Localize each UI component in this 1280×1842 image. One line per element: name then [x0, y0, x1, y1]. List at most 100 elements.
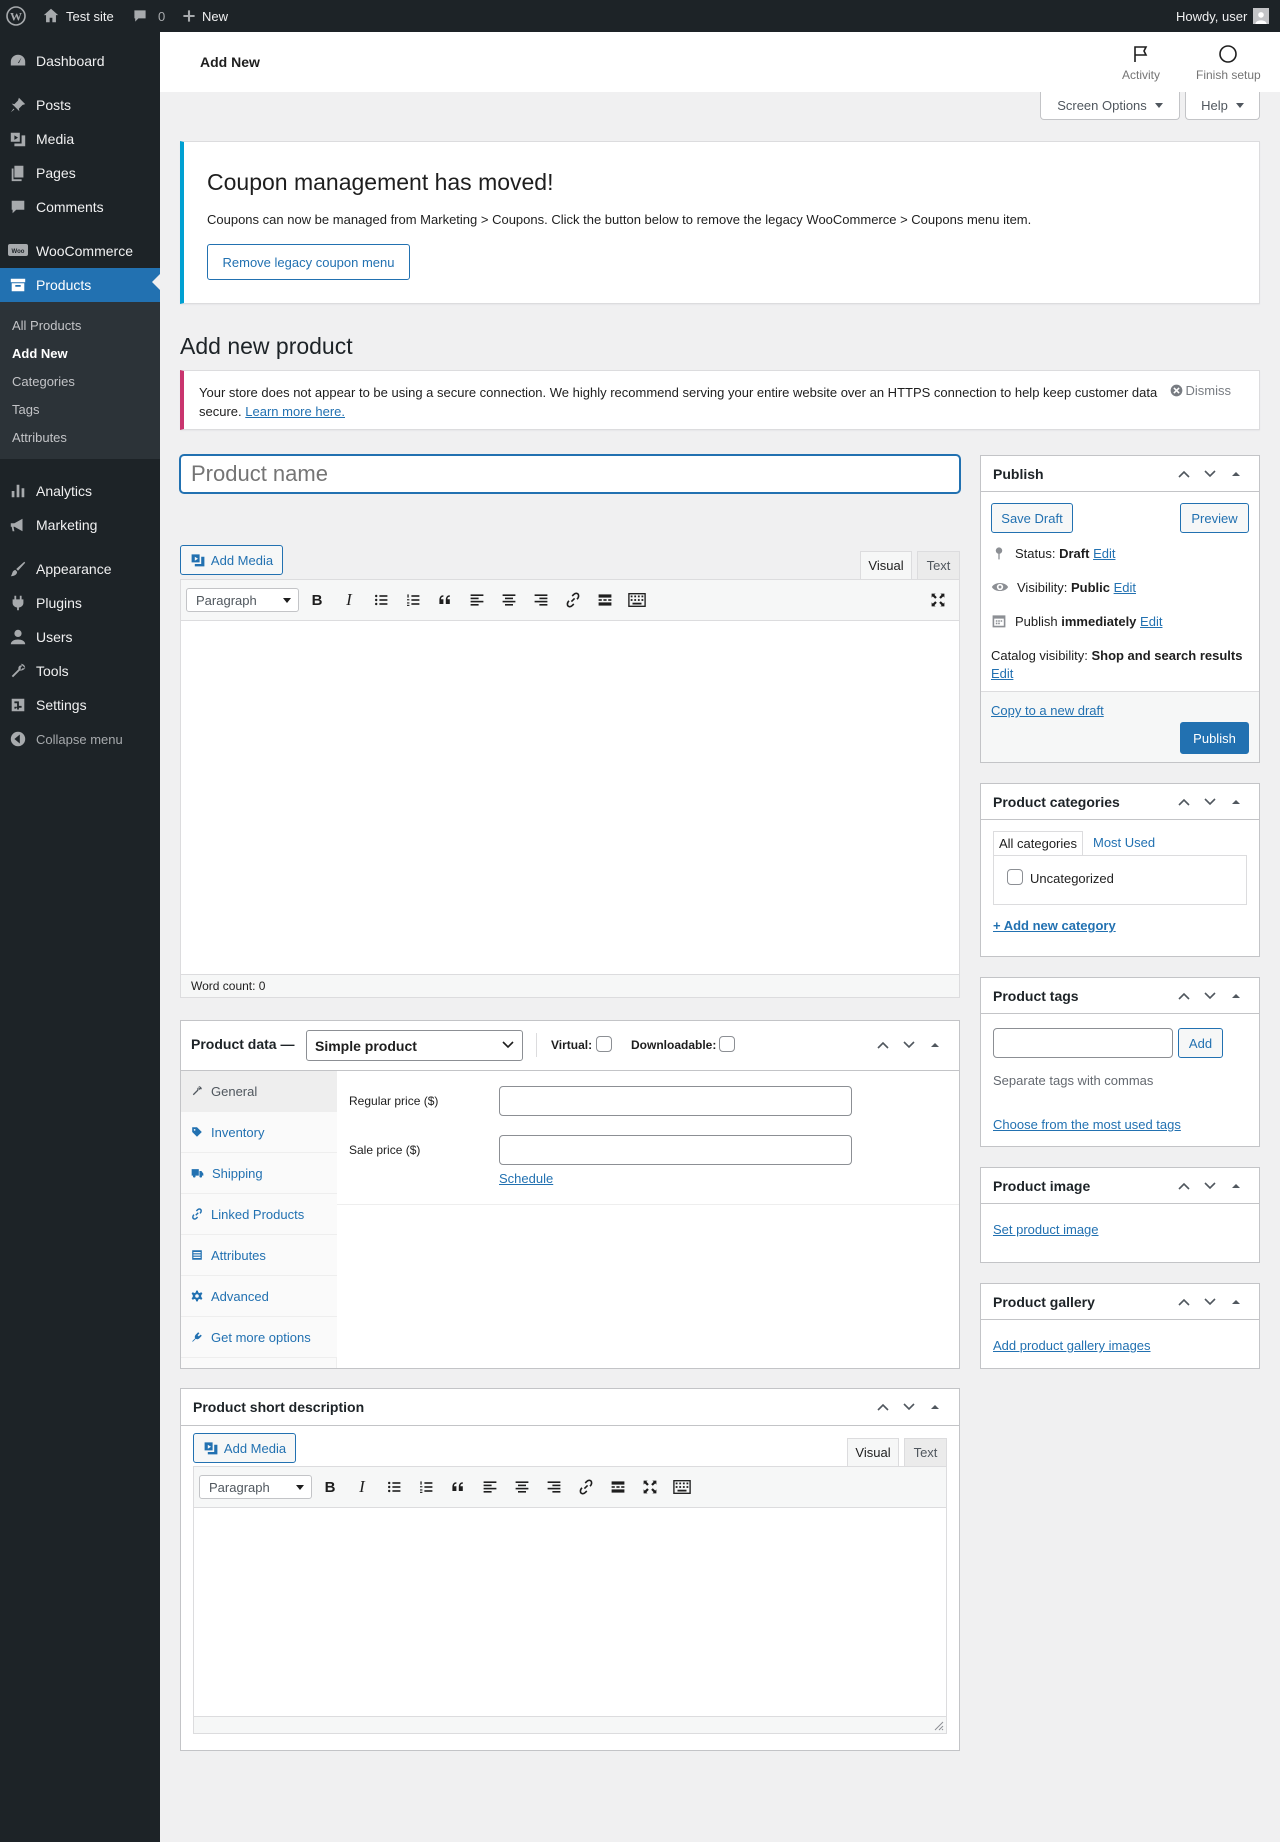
choose-most-used-tags-link[interactable]: Choose from the most used tags — [993, 1117, 1181, 1132]
my-account-link[interactable]: Howdy, user — [1176, 0, 1270, 32]
product-type-select[interactable]: Simple product — [306, 1030, 523, 1061]
regular-price-input[interactable] — [499, 1086, 852, 1116]
site-name-link[interactable]: Test site — [42, 0, 114, 32]
tab-attributes[interactable]: Attributes — [181, 1235, 337, 1276]
short-description-editor-area[interactable] — [193, 1507, 947, 1717]
add-tag-button[interactable]: Add — [1178, 1028, 1223, 1058]
submenu-all-products[interactable]: All Products — [12, 318, 81, 333]
format-select[interactable]: Paragraph — [186, 588, 299, 612]
finish-setup-button[interactable]: Finish setup — [1196, 44, 1261, 82]
collapse-arrow-icon[interactable] — [1228, 1178, 1244, 1194]
sale-price-input[interactable] — [499, 1135, 852, 1165]
activity-button[interactable]: Activity — [1122, 44, 1160, 82]
format-select[interactable]: Paragraph — [199, 1475, 312, 1499]
chevron-down-icon[interactable] — [1202, 794, 1218, 810]
chevron-down-icon[interactable] — [901, 1037, 917, 1053]
chevron-down-icon[interactable] — [1202, 1178, 1218, 1194]
tab-text[interactable]: Text — [904, 1438, 947, 1466]
save-draft-button[interactable]: Save Draft — [991, 503, 1073, 533]
sidebar-item-analytics[interactable]: Analytics — [0, 474, 160, 508]
tab-visual[interactable]: Visual — [860, 551, 912, 579]
chevron-up-icon[interactable] — [1176, 794, 1192, 810]
sidebar-item-pages[interactable]: Pages — [0, 156, 160, 190]
copy-to-draft-link[interactable]: Copy to a new draft — [991, 703, 1104, 718]
comments-link[interactable]: 0 — [132, 0, 165, 32]
chevron-down-icon[interactable] — [1202, 466, 1218, 482]
submenu-add-new[interactable]: Add New — [12, 346, 68, 361]
toolbar-toggle-icon[interactable] — [669, 1474, 695, 1500]
collapse-arrow-icon[interactable] — [927, 1399, 943, 1415]
preview-button[interactable]: Preview — [1180, 503, 1249, 533]
learn-more-link[interactable]: Learn more here. — [245, 404, 345, 419]
align-left-icon[interactable] — [477, 1474, 503, 1500]
chevron-down-icon[interactable] — [1202, 988, 1218, 1004]
sidebar-item-comments[interactable]: Comments — [0, 190, 160, 224]
link-icon[interactable] — [573, 1474, 599, 1500]
align-right-icon[interactable] — [541, 1474, 567, 1500]
tab-inventory[interactable]: Inventory — [181, 1112, 337, 1153]
chevron-up-icon[interactable] — [1176, 466, 1192, 482]
submenu-attributes[interactable]: Attributes — [12, 430, 67, 445]
add-gallery-images-link[interactable]: Add product gallery images — [993, 1338, 1151, 1353]
add-media-button[interactable]: Add Media — [180, 545, 283, 575]
sidebar-item-tools[interactable]: Tools — [0, 654, 160, 688]
collapse-arrow-icon[interactable] — [1228, 794, 1244, 810]
sidebar-item-appearance[interactable]: Appearance — [0, 552, 160, 586]
editor-content-area[interactable] — [180, 620, 960, 975]
sidebar-item-woocommerce[interactable]: Woo WooCommerce — [0, 234, 160, 268]
edit-status-link[interactable]: Edit — [1093, 546, 1115, 561]
chevron-down-icon[interactable] — [1202, 1294, 1218, 1310]
sidebar-item-users[interactable]: Users — [0, 620, 160, 654]
align-right-icon[interactable] — [528, 587, 554, 613]
add-media-button[interactable]: Add Media — [193, 1433, 296, 1463]
sidebar-item-settings[interactable]: Settings — [0, 688, 160, 722]
tab-shipping[interactable]: Shipping — [181, 1153, 337, 1194]
collapse-arrow-icon[interactable] — [927, 1037, 943, 1053]
chevron-up-icon[interactable] — [875, 1399, 891, 1415]
chevron-down-icon[interactable] — [901, 1399, 917, 1415]
set-product-image-link[interactable]: Set product image — [993, 1222, 1099, 1237]
chevron-up-icon[interactable] — [1176, 1178, 1192, 1194]
tab-advanced[interactable]: Advanced — [181, 1276, 337, 1317]
wordpress-logo-icon[interactable]: W — [6, 0, 26, 32]
downloadable-checkbox[interactable] — [719, 1036, 735, 1052]
screen-options-button[interactable]: Screen Options — [1040, 92, 1180, 120]
uncategorized-checkbox[interactable] — [1007, 869, 1023, 885]
collapse-menu-button[interactable]: Collapse menu — [0, 722, 160, 756]
sidebar-item-dashboard[interactable]: Dashboard — [0, 44, 160, 78]
sidebar-item-media[interactable]: Media — [0, 122, 160, 156]
bold-icon[interactable]: B — [304, 587, 330, 613]
submenu-tags[interactable]: Tags — [12, 402, 39, 417]
align-center-icon[interactable] — [509, 1474, 535, 1500]
align-center-icon[interactable] — [496, 587, 522, 613]
edit-catalog-visibility-link[interactable]: Edit — [991, 666, 1013, 681]
italic-icon[interactable]: I — [336, 587, 362, 613]
schedule-link[interactable]: Schedule — [499, 1171, 553, 1186]
sidebar-item-marketing[interactable]: Marketing — [0, 508, 160, 542]
fullscreen-icon[interactable] — [637, 1474, 663, 1500]
numbered-list-icon[interactable] — [413, 1474, 439, 1500]
collapse-arrow-icon[interactable] — [1228, 988, 1244, 1004]
tab-visual[interactable]: Visual — [847, 1438, 899, 1466]
bullet-list-icon[interactable] — [381, 1474, 407, 1500]
blockquote-icon[interactable] — [445, 1474, 471, 1500]
tab-general[interactable]: General — [181, 1071, 337, 1112]
tab-linked-products[interactable]: Linked Products — [181, 1194, 337, 1235]
tab-all-categories[interactable]: All categories — [993, 831, 1083, 855]
chevron-up-icon[interactable] — [1176, 988, 1192, 1004]
sidebar-item-posts[interactable]: Posts — [0, 88, 160, 122]
virtual-checkbox[interactable] — [596, 1036, 612, 1052]
new-content-link[interactable]: New — [182, 0, 228, 32]
submenu-categories[interactable]: Categories — [12, 374, 75, 389]
read-more-icon[interactable] — [605, 1474, 631, 1500]
tab-text[interactable]: Text — [917, 551, 960, 579]
bold-icon[interactable]: B — [317, 1474, 343, 1500]
fullscreen-icon[interactable] — [925, 587, 951, 613]
tab-get-more-options[interactable]: Get more options — [181, 1317, 337, 1358]
align-left-icon[interactable] — [464, 587, 490, 613]
numbered-list-icon[interactable] — [400, 587, 426, 613]
tab-most-used[interactable]: Most Used — [1093, 835, 1155, 850]
italic-icon[interactable]: I — [349, 1474, 375, 1500]
bullet-list-icon[interactable] — [368, 587, 394, 613]
blockquote-icon[interactable] — [432, 587, 458, 613]
